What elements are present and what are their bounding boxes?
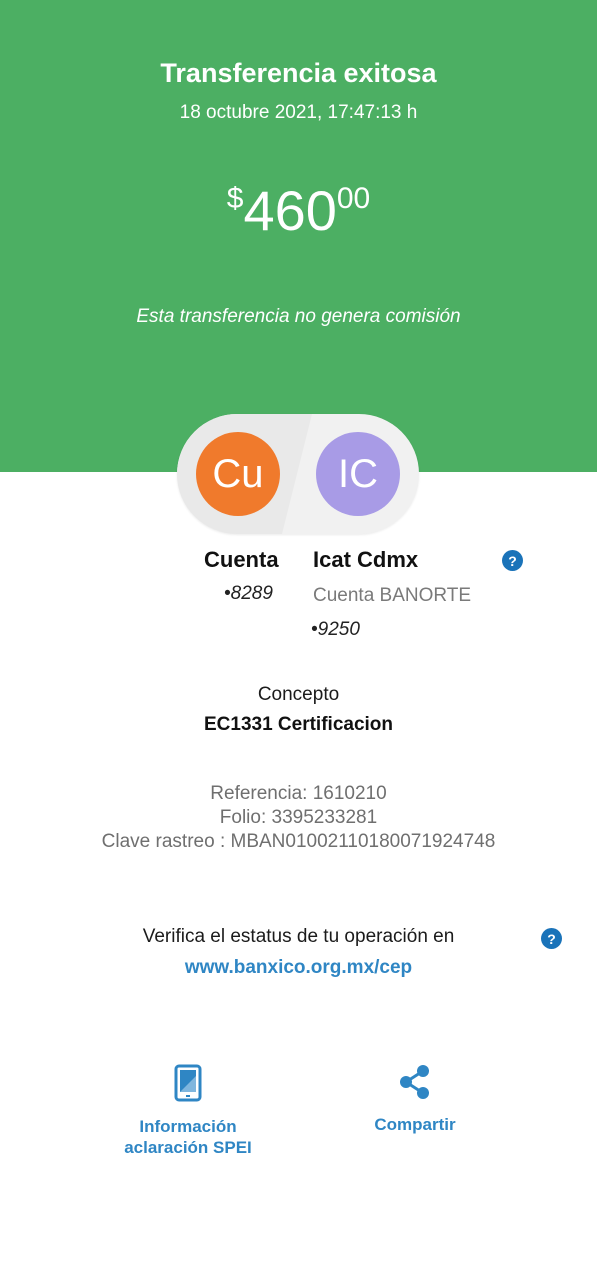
transfer-datetime: 18 octubre 2021, 17:47:13 h <box>179 102 418 123</box>
concept-label: Concepto <box>257 684 340 705</box>
from-initials: Cu <box>212 451 264 496</box>
folio-number: Folio: 3395233281 <box>219 807 378 828</box>
banxico-cep-link[interactable]: www.banxico.org.mx/cep <box>0 957 597 979</box>
to-avatar: IC <box>316 432 400 516</box>
to-bank-name: Cuenta BANORTE <box>313 585 472 606</box>
verify-status-text: Verifica el estatus de tu operación en <box>142 926 455 947</box>
spei-info-label-line1: Información <box>139 1117 237 1136</box>
from-account-name: Cuenta <box>204 547 279 572</box>
share-icon <box>400 1065 429 1099</box>
spei-info-label-line2: aclaración SPEI <box>124 1138 252 1157</box>
mask-dot: • <box>311 619 318 640</box>
commission-note: Esta transferencia no genera comisión <box>136 306 461 327</box>
to-account-name: Icat Cdmx <box>313 547 419 572</box>
page-title: Transferencia exitosa <box>160 58 437 88</box>
spei-info-button[interactable]: Información aclaración SPEI <box>108 1064 268 1158</box>
amount-cents: 00 <box>336 182 371 215</box>
to-account-number: •9250 <box>311 619 360 640</box>
concept-value: EC1331 Certificacion <box>203 714 394 735</box>
currency-symbol: $ <box>226 182 244 215</box>
transfer-amount: $46000 <box>0 178 597 243</box>
success-header: Transferencia exitosa 18 octubre 2021, 1… <box>0 0 597 472</box>
share-label: Compartir <box>374 1115 456 1134</box>
tracking-key: Clave rastreo : MBAN01002110180071924748 <box>101 831 496 852</box>
from-avatar: Cu <box>196 432 280 516</box>
amount-integer: 460 <box>243 179 337 242</box>
reference-number: Referencia: 1610210 <box>210 783 387 804</box>
phone-icon <box>174 1064 202 1102</box>
from-account-number: •8289 <box>224 583 273 604</box>
verify-help-icon[interactable]: ? <box>541 928 562 949</box>
recipient-help-icon[interactable]: ? <box>502 550 523 571</box>
share-button[interactable]: Compartir <box>345 1064 485 1135</box>
mask-dot: • <box>224 583 231 604</box>
to-initials: IC <box>338 451 378 496</box>
